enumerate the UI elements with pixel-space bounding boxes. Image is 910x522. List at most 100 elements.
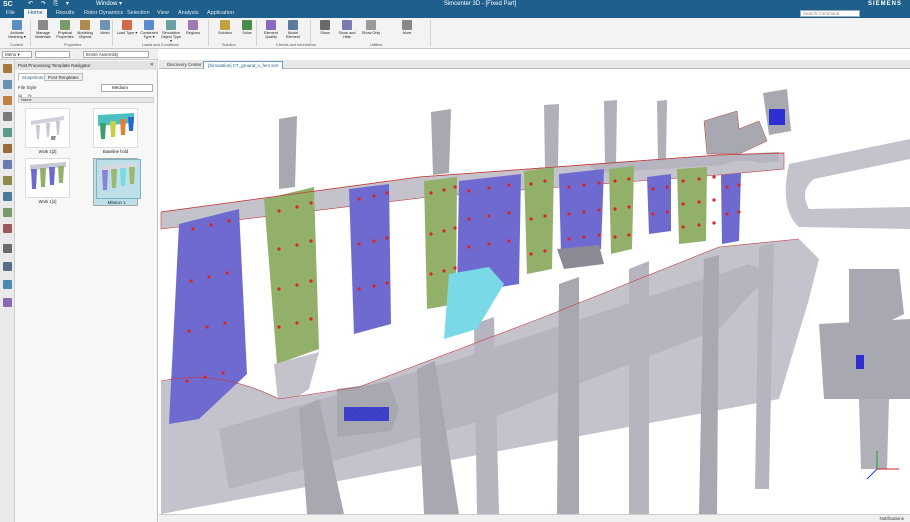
- notifications-button[interactable]: Notifications: [879, 516, 904, 521]
- history-timeline-icon[interactable]: [3, 280, 12, 289]
- snapshot-thumbnail-selected[interactable]: Mission 1: [93, 158, 141, 206]
- show-and-hide-icon: [342, 20, 352, 30]
- show-only-button[interactable]: Show Only: [360, 20, 382, 35]
- tab-selection[interactable]: Selection: [123, 9, 154, 18]
- app-logo: SC: [3, 1, 13, 8]
- assembly-navigator-icon[interactable]: [3, 80, 12, 89]
- reuse-library-icon[interactable]: [3, 144, 12, 153]
- snapshot-image: [25, 108, 70, 148]
- show-and-hide-button[interactable]: Show and Hide: [336, 20, 358, 39]
- ribbon-divider: [430, 20, 431, 46]
- tab-snapshots[interactable]: Snapshots: [18, 73, 48, 81]
- templates-icon[interactable]: [3, 208, 12, 217]
- ribbon-button-label: Model Element: [286, 31, 300, 39]
- selection-bar: Menu ▾ Entire Assembly: [0, 49, 158, 60]
- settings-icon[interactable]: [3, 298, 12, 307]
- simulation-object-type-button[interactable]: Simulation Object Type ▾: [160, 20, 182, 43]
- selection-scope-select[interactable]: Entire Assembly: [83, 51, 149, 58]
- ribbon-button-label: More: [402, 31, 412, 35]
- ribbon-button-label: Show Only: [361, 31, 381, 35]
- ribbon-button-label: Activate Meshing ▾: [8, 31, 26, 39]
- ribbon-button-label: Solve: [242, 31, 252, 35]
- regions-icon: [188, 20, 198, 30]
- snapshot-image: [93, 108, 138, 148]
- solve-button[interactable]: Solve: [236, 20, 258, 35]
- snapshot-thumbnail[interactable]: Baseline hold: [93, 108, 138, 156]
- regions-button[interactable]: Regions: [182, 20, 204, 35]
- model-element-icon: [288, 20, 298, 30]
- constraint-navigator-icon[interactable]: [3, 96, 12, 105]
- tab-application[interactable]: Application: [203, 9, 238, 18]
- ribbon-divider: [208, 20, 209, 46]
- ribbon-divider: [30, 20, 31, 46]
- close-icon[interactable]: ✕: [150, 61, 154, 69]
- title-bar: SC ↶ ↷ ⎘ ▾ Window ▾ Simcenter 3D - [Fixe…: [0, 0, 910, 9]
- window-title: Simcenter 3D - [Fixed Part]: [443, 1, 517, 7]
- snapshot-label: Baseline hold: [102, 149, 129, 154]
- snapshot-label: Work 1[2]: [38, 149, 57, 154]
- show-button[interactable]: Show: [314, 20, 336, 35]
- element-quality-button[interactable]: Element Quality: [260, 20, 282, 39]
- solution-button[interactable]: Solution: [214, 20, 236, 35]
- ribbon-group-label: Context: [10, 43, 24, 47]
- ribbon-button-label: Regions: [186, 31, 200, 35]
- web-browser-icon[interactable]: [3, 244, 12, 253]
- palette-icon[interactable]: [3, 224, 12, 233]
- more-icon: [402, 20, 412, 30]
- ribbon-button-label: Manage Materials: [35, 31, 51, 39]
- activate-meshing-button[interactable]: Activate Meshing ▾: [6, 20, 28, 39]
- tab-home[interactable]: Home: [24, 9, 47, 18]
- file-style-label: File Style: [18, 85, 37, 90]
- window-menu[interactable]: Window ▾: [96, 0, 122, 9]
- tab-view[interactable]: View: [153, 9, 173, 18]
- ribbon-divider: [112, 20, 113, 46]
- tab-results[interactable]: Results: [52, 9, 78, 18]
- tab-analysis[interactable]: Analysis: [174, 9, 202, 18]
- ribbon-group-label: Solution: [222, 43, 236, 47]
- tab-rotor-dynamics[interactable]: Rotor Dynamics: [80, 9, 127, 18]
- more-button[interactable]: More: [396, 20, 418, 35]
- history-icon[interactable]: [3, 128, 12, 137]
- tab-simulation-file[interactable]: [Simulation] CT_ground_v_fem.sim: [203, 61, 284, 69]
- system-scenes-icon[interactable]: [3, 262, 12, 271]
- simcenter-window: { "titlebar": { "logo": "SC", "window_me…: [0, 0, 910, 522]
- element-quality-icon: [266, 20, 276, 30]
- quick-access-toolbar[interactable]: ↶ ↷ ⎘ ▾: [28, 0, 72, 9]
- ribbon-button-label: Simulation Object Type ▾: [160, 31, 182, 43]
- show-only-icon: [366, 20, 376, 30]
- command-search-input[interactable]: Search Command: [800, 10, 860, 17]
- physical-properties-button[interactable]: Physical Properties: [54, 20, 76, 39]
- snapshot-thumbnail[interactable]: Work 1[2]: [25, 108, 70, 156]
- constraint-type-button[interactable]: Constraint Type ▾: [138, 20, 160, 39]
- modeling-objects-button[interactable]: Modeling Objects: [74, 20, 96, 39]
- ribbon: Activate Meshing ▾ Manage Materials Physic…: [0, 18, 910, 49]
- tab-post-templates[interactable]: Post Templates: [44, 73, 83, 81]
- snapshot-thumbnail[interactable]: Work 1[1]: [25, 158, 70, 206]
- ribbon-divider: [310, 20, 311, 46]
- modeling-objects-icon: [80, 20, 90, 30]
- graphics-window[interactable]: [159, 69, 910, 514]
- load-type-icon: [122, 20, 132, 30]
- file-style-select[interactable]: Medium: [101, 84, 153, 92]
- constraint-type-icon: [144, 20, 154, 30]
- name-column-header: Name: [18, 97, 154, 103]
- tab-file[interactable]: File: [2, 9, 19, 18]
- menu-button[interactable]: Menu ▾: [2, 51, 32, 58]
- solve-icon: [242, 20, 252, 30]
- ribbon-button-label: Show and Hide: [338, 31, 356, 39]
- solution-icon: [220, 20, 230, 30]
- ribbon-button-label: Modeling Objects: [77, 31, 93, 39]
- post-navigator-icon[interactable]: [3, 192, 12, 201]
- materials-icon[interactable]: [3, 176, 12, 185]
- part-navigator-icon[interactable]: [3, 64, 12, 73]
- load-type-button[interactable]: Load Type ▾: [116, 20, 138, 35]
- roles-icon[interactable]: [3, 160, 12, 169]
- tab-discovery-center[interactable]: Discovery Center: [163, 61, 206, 69]
- model-element-button[interactable]: Model Element: [282, 20, 304, 39]
- ribbon-tab-bar: File Home Results Rotor Dynamics Selecti…: [0, 9, 910, 18]
- type-filter-select[interactable]: [35, 51, 70, 58]
- simulation-navigator-icon[interactable]: [3, 112, 12, 121]
- manage-materials-button[interactable]: Manage Materials: [32, 20, 54, 39]
- ribbon-group-label: Loads and Conditions: [142, 43, 179, 47]
- ribbon-group-label: Properties: [64, 43, 82, 47]
